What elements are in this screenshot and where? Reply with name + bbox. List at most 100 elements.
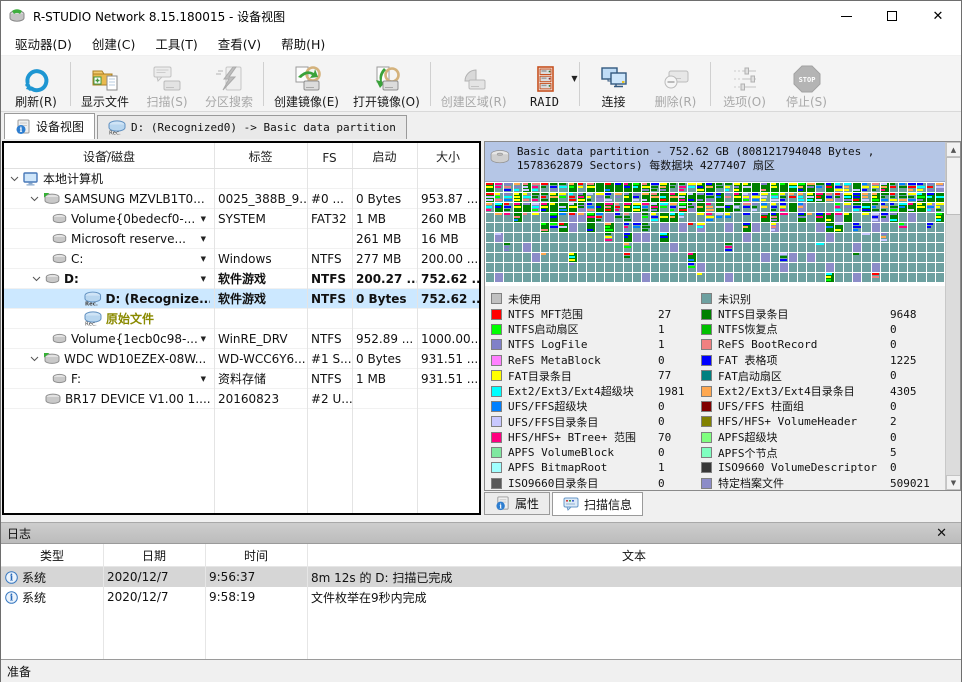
scan-block [679,203,687,212]
table-row-recognized[interactable]: Rec. D: (Recognize... 软件游戏NTFS0 Bytes752… [4,289,479,309]
scan-block [532,233,540,242]
log-close-icon[interactable]: ✕ [928,526,955,541]
table-row-computer[interactable]: 本地计算机 [4,169,479,189]
col-fs[interactable]: FS [307,143,352,168]
scan-block [862,213,870,222]
scan-block [578,263,586,272]
table-row-volume[interactable]: C: ▼ WindowsNTFS277 MB200.00 ... [4,249,479,269]
partition-search-button[interactable]: 分区搜索 [198,58,260,110]
row-dropdown-icon[interactable]: ▼ [201,215,206,223]
scan-block-map[interactable] [485,182,945,286]
scan-block [532,243,540,252]
show-files-button[interactable]: 显示文件 [74,58,136,110]
log-row[interactable]: i系统 2020/12/7 9:56:37 8m 12s 的 D: 扫描已完成 [1,567,961,587]
tab-device-view[interactable]: i 设备视图 [4,113,95,139]
scroll-down-icon[interactable]: ▼ [946,475,961,490]
table-row-disk[interactable]: SAMSUNG MZVLB1T0... 0025_388B_9...#0 ...… [4,189,479,209]
table-row-disk[interactable]: BR17 DEVICE V1.00 1.... 20160823#2 U... [4,389,479,409]
row-dropdown-icon[interactable]: ▼ [201,255,206,263]
minimize-button[interactable] [823,1,869,31]
row-dropdown-icon[interactable]: ▼ [201,235,206,243]
create-region-button[interactable]: 创建区域(R) [434,58,514,110]
scan-block [917,253,925,262]
options-button[interactable]: 选项(O) [714,58,776,110]
open-image-button[interactable]: 打开镜像(O) [346,58,427,110]
raid-button[interactable]: RAID ▼ [514,58,576,110]
scroll-thumb[interactable] [946,157,961,215]
connect-button[interactable]: 连接 [583,58,645,110]
scan-block [688,223,696,232]
table-row-volume[interactable]: Microsoft reserve... ▼ 261 MB16 MB [4,229,479,249]
scan-block [706,233,714,242]
row-dropdown-icon[interactable]: ▼ [201,335,206,343]
table-row-volume-d[interactable]: D: ▼ 软件游戏NTFS200.27 ...752.62 ... [4,269,479,289]
legend-item: NTFS MFT范围27 [491,306,701,321]
menu-help[interactable]: 帮助(H) [271,30,335,57]
chevron-down-icon[interactable] [30,196,39,202]
table-row-raw-files[interactable]: Rec. 原始文件 [4,309,479,329]
tab-partition[interactable]: Rec. D: (Recognized0) -> Basic data part… [97,115,407,139]
stop-button[interactable]: STOP 停止(S) [776,58,838,110]
scan-block [835,273,843,282]
legend-label: Ext2/Ext3/Ext4目录条目 [718,383,890,399]
col-start[interactable]: 启动 [352,143,417,168]
tab-properties[interactable]: i 属性 [484,492,550,515]
menu-drive[interactable]: 驱动器(D) [5,30,82,57]
create-image-button[interactable]: 创建镜像(E) [267,58,346,110]
scan-block [660,273,668,282]
col-size[interactable]: 大小 [417,143,479,168]
log-col-type[interactable]: 类型 [1,544,103,566]
refresh-button[interactable]: 刷新(R) [5,58,67,110]
rec-disk-icon: Rec. [84,291,102,306]
maximize-button[interactable] [869,1,915,31]
legend-color-swatch [491,432,502,443]
delete-button[interactable]: 删除(R) [645,58,707,110]
scan-block [532,223,540,232]
scan-block [578,203,586,212]
scan-block [908,213,916,222]
row-dropdown-icon[interactable]: ▼ [201,275,206,283]
hard-drive-icon [43,192,60,205]
log-col-date[interactable]: 日期 [103,544,205,566]
scan-block [917,183,925,192]
scan-block [752,253,760,262]
scan-block [752,233,760,242]
scan-block [752,193,760,202]
legend-count: 0 [658,354,665,367]
toolbar-separator [263,62,264,106]
scan-block [908,273,916,282]
log-col-time[interactable]: 时间 [205,544,307,566]
scan-block [899,193,907,202]
tab-scan-info[interactable]: 扫描信息 [552,492,643,516]
log-col-text[interactable]: 文本 [307,544,961,566]
col-label[interactable]: 标签 [214,143,307,168]
scan-button[interactable]: 扫描(S) [136,58,198,110]
toolbar-separator [70,62,71,106]
chevron-down-icon[interactable] [10,176,19,182]
legend-label: APFS个节点 [718,445,890,461]
raid-dropdown-icon[interactable]: ▼ [571,74,577,83]
scan-block [872,253,880,262]
table-row-volume[interactable]: Volume{1ecb0c98-... ▼ WinRE_DRVNTFS952.8… [4,329,479,349]
chevron-down-icon[interactable] [32,276,41,282]
scan-block [807,263,815,272]
table-row-disk[interactable]: WDC WD10EZEX-08W... WD-WCC6Y6...#1 S...0… [4,349,479,369]
scan-block [615,193,623,202]
row-dropdown-icon[interactable]: ▼ [201,375,206,383]
scan-block [936,263,944,272]
log-row[interactable]: i系统 2020/12/7 9:58:19 文件枚举在9秒内完成 [1,587,961,607]
table-row-volume[interactable]: Volume{0bedecf0-... ▼ SYSTEMFAT321 MB260… [4,209,479,229]
scan-block [605,203,613,212]
scan-block [706,223,714,232]
scan-block [670,183,678,192]
chevron-down-icon[interactable] [30,356,39,362]
close-button[interactable]: ✕ [915,1,961,31]
open-image-icon [371,63,401,95]
scrollbar[interactable]: ▲ ▼ [945,142,960,490]
menu-tools[interactable]: 工具(T) [145,30,207,57]
scan-block [917,243,925,252]
table-row-volume[interactable]: F: ▼ 资料存储NTFS1 MB931.51 ... [4,369,479,389]
menu-view[interactable]: 查看(V) [208,30,271,57]
menu-create[interactable]: 创建(C) [82,30,145,57]
scroll-up-icon[interactable]: ▲ [946,142,961,157]
